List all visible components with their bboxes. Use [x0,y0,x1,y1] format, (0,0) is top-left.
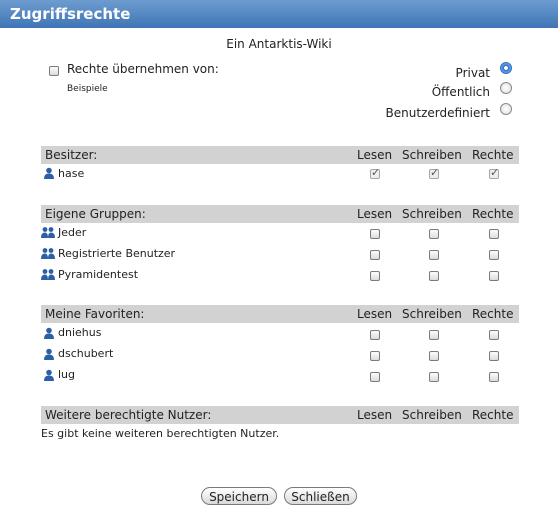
favorite-rights-checkbox[interactable] [489,351,499,361]
user-icon [44,348,54,360]
col-read: Lesen [357,207,393,221]
col-write: Schreiben [402,207,462,221]
group-rights-checkbox[interactable] [489,229,499,239]
owner-rights-checkbox [489,166,499,179]
no-more-users-text: Es gibt keine weiteren berechtigten Nutz… [41,427,280,440]
favorite-write-checkbox[interactable] [429,330,439,340]
owner-write-checkbox [429,166,439,179]
favorite-rights-checkbox[interactable] [489,330,499,340]
group-icon [41,248,55,259]
col-rights: Rechte [472,207,514,221]
group-write-checkbox[interactable] [429,271,439,281]
visibility-public-radio[interactable] [500,82,512,94]
visibility-custom-radio[interactable] [500,103,512,115]
col-rights: Rechte [472,148,514,162]
group-read-checkbox[interactable] [370,271,380,281]
groups-section-label: Eigene Gruppen: [45,207,146,221]
page-subtitle: Ein Antarktis-Wiki [226,37,332,51]
visibility-custom-label: Benutzerdefiniert [385,106,490,120]
user-icon [44,369,54,381]
group-icon [41,269,55,280]
col-read: Lesen [357,307,393,321]
groups-section-header: Eigene Gruppen: Lesen Schreiben Rechte [41,205,519,223]
favorite-read-checkbox[interactable] [370,372,380,382]
visibility-private-radio[interactable] [500,62,512,74]
visibility-private-label: Privat [455,66,490,80]
col-write: Schreiben [402,307,462,321]
visibility-public-label: Öffentlich [431,85,490,99]
group-rights-checkbox[interactable] [489,271,499,281]
favorite-user-name: lug [58,368,76,381]
group-read-checkbox[interactable] [370,229,380,239]
group-write-checkbox[interactable] [429,250,439,260]
col-read: Lesen [357,148,393,162]
col-read: Lesen [357,408,393,422]
owner-user-name: hase [58,167,85,180]
more-users-section-label: Weitere berechtigte Nutzer: [45,408,212,422]
favorite-user-name: dniehus [58,326,102,339]
save-button[interactable]: Speichern [201,487,277,505]
inherit-rights-label: Rechte übernehmen von: [67,62,219,76]
inherit-rights-checkbox[interactable] [49,66,59,76]
col-write: Schreiben [402,408,462,422]
owner-section-header: Besitzer: Lesen Schreiben Rechte [41,146,519,164]
favorite-read-checkbox[interactable] [370,351,380,361]
more-users-section-header: Weitere berechtigte Nutzer: Lesen Schrei… [41,406,519,424]
group-read-checkbox[interactable] [370,250,380,260]
group-name: Registrierte Benutzer [58,247,176,260]
col-write: Schreiben [402,148,462,162]
group-name: Jeder [58,226,87,239]
favorite-write-checkbox[interactable] [429,372,439,382]
close-button[interactable]: Schließen [284,487,357,505]
user-icon [44,327,54,339]
favorite-write-checkbox[interactable] [429,351,439,361]
user-icon [44,167,54,179]
group-name: Pyramidentest [58,268,139,281]
window-title: Zugriffsrechte [0,0,558,28]
favorite-user-name: dschubert [58,347,114,360]
favorite-rights-checkbox[interactable] [489,372,499,382]
col-rights: Rechte [472,408,514,422]
col-rights: Rechte [472,307,514,321]
group-icon [41,227,55,238]
inherit-example-text: Beispiele [67,84,108,94]
group-rights-checkbox[interactable] [489,250,499,260]
owner-read-checkbox [370,166,380,179]
favorites-section-label: Meine Favoriten: [45,307,145,321]
favorites-section-header: Meine Favoriten: Lesen Schreiben Rechte [41,305,519,323]
owner-section-label: Besitzer: [45,148,98,162]
group-write-checkbox[interactable] [429,229,439,239]
favorite-read-checkbox[interactable] [370,330,380,340]
